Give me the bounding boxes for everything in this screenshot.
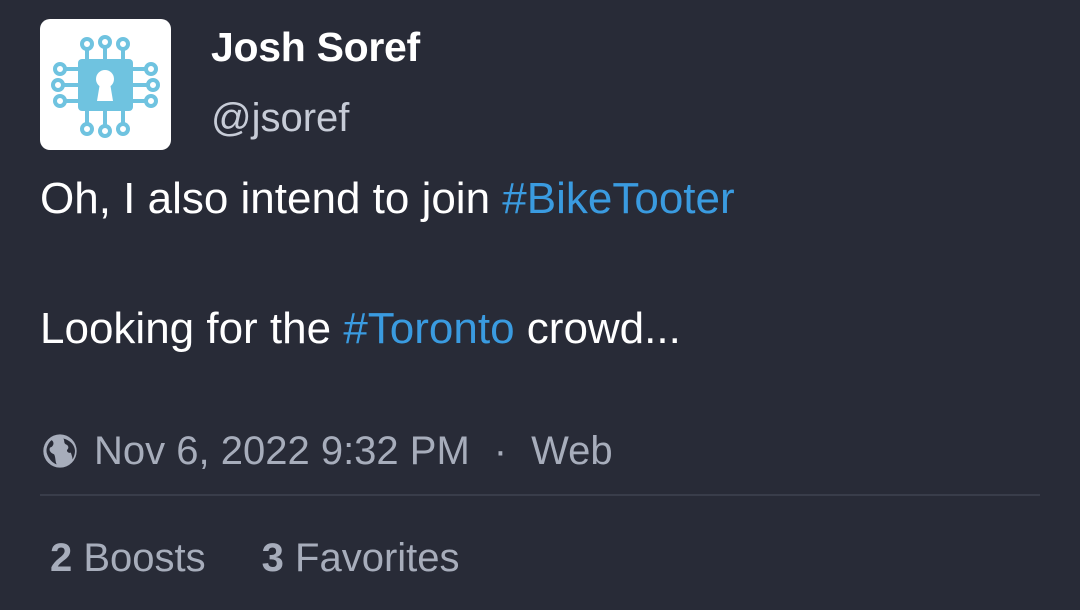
favorites-label: Favorites bbox=[295, 535, 460, 580]
content-paragraph: Looking for the #Toronto crowd... bbox=[40, 303, 1040, 355]
boosts-label: Boosts bbox=[83, 535, 206, 580]
content-text: Oh, I also intend to join bbox=[40, 174, 503, 223]
display-name[interactable]: Josh Soref bbox=[211, 23, 420, 71]
avatar[interactable] bbox=[40, 19, 171, 150]
content-text: Looking for the bbox=[40, 304, 344, 353]
boosts-link[interactable]: 2 Boosts bbox=[50, 536, 206, 581]
status-stats: 2 Boosts 3 Favorites bbox=[50, 533, 460, 583]
globe-icon bbox=[43, 434, 77, 468]
application-name: Web bbox=[531, 428, 613, 473]
meta-separator: · bbox=[493, 428, 508, 473]
hashtag-link-toronto[interactable]: #Toronto bbox=[343, 304, 514, 353]
favorites-count: 3 bbox=[261, 535, 284, 580]
content-text: crowd... bbox=[514, 304, 681, 353]
status-content: Oh, I also intend to join #BikeTooter Lo… bbox=[40, 173, 1040, 355]
status-detail: Josh Soref @jsoref Oh, I also intend to … bbox=[0, 0, 1080, 610]
circuit-keyhole-icon bbox=[51, 35, 160, 138]
divider bbox=[40, 494, 1040, 496]
status-meta: Nov 6, 2022 9:32 PM · Web bbox=[40, 426, 613, 476]
status-timestamp[interactable]: Nov 6, 2022 9:32 PM bbox=[94, 429, 470, 474]
content-paragraph: Oh, I also intend to join #BikeTooter bbox=[40, 173, 1040, 225]
boosts-count: 2 bbox=[50, 535, 73, 580]
hashtag-link-biketooter[interactable]: #BikeTooter bbox=[502, 174, 734, 223]
favorites-link[interactable]: 3 Favorites bbox=[262, 536, 460, 581]
account-handle[interactable]: @jsoref bbox=[211, 94, 349, 142]
